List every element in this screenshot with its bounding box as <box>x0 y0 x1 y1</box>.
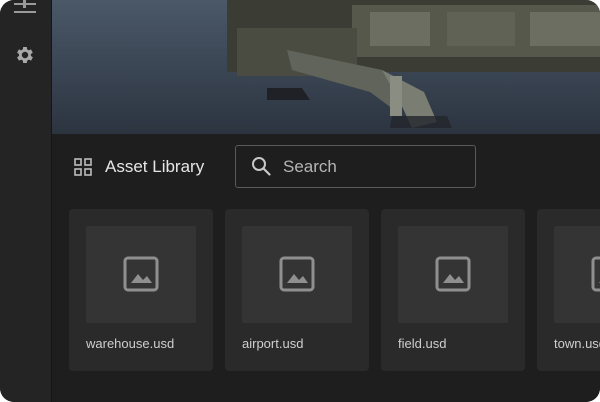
asset-card-airport[interactable]: airport.usd <box>225 209 369 371</box>
asset-card-town[interactable]: town.usd <box>537 209 600 371</box>
sidebar <box>0 0 52 402</box>
asset-name: warehouse.usd <box>86 336 175 351</box>
sliders-icon[interactable] <box>14 0 36 14</box>
asset-thumbnail <box>86 226 196 323</box>
gear-icon[interactable] <box>14 44 36 66</box>
asset-thumbnail <box>398 226 508 323</box>
asset-card-warehouse[interactable]: warehouse.usd <box>69 209 213 371</box>
library-title: Asset Library <box>105 157 205 176</box>
asset-card-field[interactable]: field.usd <box>381 209 525 371</box>
search-icon <box>252 157 271 176</box>
asset-name: field.usd <box>398 336 447 351</box>
image-icon <box>435 256 471 292</box>
search-input[interactable]: Search <box>235 145 476 188</box>
image-icon <box>279 256 315 292</box>
asset-grid: warehouse.usd airport.usd field.usd town… <box>52 200 600 402</box>
app-window: Asset Library Search warehouse.usd airpo… <box>0 0 600 402</box>
library-toolbar: Asset Library Search <box>52 134 600 200</box>
search-placeholder: Search <box>283 157 337 176</box>
asset-thumbnail <box>554 226 600 323</box>
asset-thumbnail <box>242 226 352 323</box>
asset-name: airport.usd <box>242 336 304 351</box>
image-icon <box>591 256 600 292</box>
preview-image <box>52 0 600 134</box>
image-icon <box>123 256 159 292</box>
grid-icon <box>74 158 92 176</box>
asset-name: town.usd <box>554 336 600 351</box>
